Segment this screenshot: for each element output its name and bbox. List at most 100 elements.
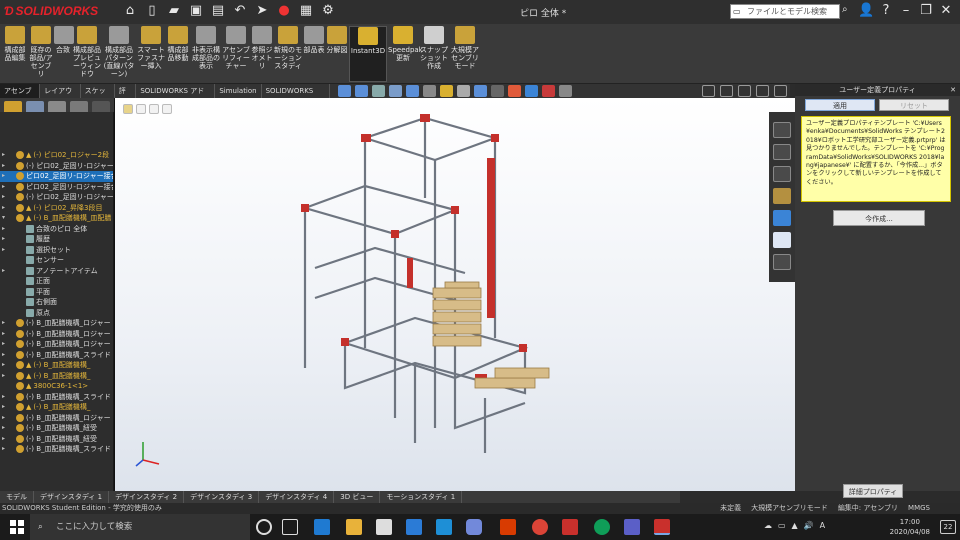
expand-arrow-icon[interactable]: ▸ <box>2 171 5 182</box>
expand-arrow-icon[interactable]: ▸ <box>2 360 5 371</box>
tree-item[interactable]: 原点 <box>0 308 113 319</box>
panel-close-icon[interactable]: ✕ <box>950 84 956 96</box>
status-units[interactable]: MMGS <box>908 503 930 514</box>
help-icon[interactable]: ? <box>878 3 894 19</box>
section-view-icon[interactable] <box>389 85 402 97</box>
ime-indicator[interactable]: A <box>820 521 831 530</box>
office-icon[interactable] <box>500 519 516 535</box>
forum-icon[interactable] <box>773 254 791 270</box>
file-explorer-icon[interactable] <box>773 166 791 182</box>
expand-arrow-icon[interactable]: ▸ <box>2 161 5 172</box>
clock[interactable]: 17:00 2020/04/08 <box>890 517 930 537</box>
restore-icon[interactable]: ❐ <box>918 3 934 19</box>
expand-arrow-icon[interactable]: ▸ <box>2 434 5 445</box>
rebuild-icon[interactable]: ▦ <box>298 3 314 19</box>
tree-item[interactable]: ▸ (-) ピロ02_足固リ-ロジャー接合 <box>0 161 113 172</box>
expand-arrow-icon[interactable]: ▸ <box>2 392 5 403</box>
expand-arrow-icon[interactable]: ▸ <box>2 192 5 203</box>
display-style-icon[interactable] <box>440 85 453 97</box>
realview-icon[interactable] <box>525 85 538 97</box>
ribbon-button-8[interactable]: アセンブリフィーチャー <box>222 26 250 82</box>
tree-item[interactable]: ▸ (-) B_皿配膳機構_ロジャー <box>0 318 113 329</box>
chrome-2-icon[interactable] <box>594 519 610 535</box>
search-icon[interactable]: ⌕ <box>842 4 856 19</box>
teams-icon[interactable] <box>624 519 640 535</box>
apply-scene-icon[interactable] <box>491 85 504 97</box>
expand-arrow-icon[interactable]: ▸ <box>2 413 5 424</box>
assembly-model[interactable] <box>115 98 795 491</box>
tree-item[interactable]: ▲ 3800C36-1<1> <box>0 381 113 392</box>
expand-arrow-icon[interactable]: ▸ <box>2 402 5 413</box>
expand-arrow-icon[interactable]: ▸ <box>2 245 5 256</box>
design-library-icon[interactable] <box>773 144 791 160</box>
tree-item[interactable]: センサー <box>0 255 113 266</box>
tree-item[interactable]: ▸ ▲ (-) ピロ02_昇降3段目 <box>0 203 113 214</box>
tab-2[interactable]: スケッチ <box>81 84 115 109</box>
file-explorer-taskbar-icon[interactable] <box>346 519 362 535</box>
previous-view-icon[interactable] <box>372 85 385 97</box>
expand-arrow-icon[interactable]: ▸ <box>2 150 5 161</box>
undo-icon[interactable]: ↶ <box>232 3 248 19</box>
appearances-icon[interactable] <box>773 210 791 226</box>
tab-0[interactable]: アセンブリ <box>0 84 41 109</box>
view-orientation-icon[interactable] <box>423 85 436 97</box>
tree-item[interactable]: ▸ アノテートアイテム <box>0 266 113 277</box>
tree-item[interactable]: ▸ (-) B_皿配膳機構_スライド <box>0 444 113 455</box>
ribbon-button-4[interactable]: 構成部品パターン(直線パターン) <box>102 26 136 82</box>
notification-icon[interactable]: 22 <box>940 520 956 534</box>
traffic-light-icon[interactable]: ● <box>276 3 292 19</box>
solidworks-resources-icon[interactable] <box>773 122 791 138</box>
zoom-to-fit-icon[interactable] <box>338 85 351 97</box>
tree-item[interactable]: 右側面 <box>0 297 113 308</box>
expand-arrow-icon[interactable]: ▸ <box>2 182 5 193</box>
new-file-icon[interactable]: ▯ <box>144 3 160 19</box>
apply-button[interactable]: 適用 <box>805 99 875 111</box>
restore-viewport-icon[interactable] <box>702 85 715 97</box>
tree-item[interactable]: ▸ (-) B_皿配膳機構_紐受 <box>0 434 113 445</box>
minimize-icon[interactable]: – <box>898 3 914 19</box>
expand-arrow-icon[interactable]: ▾ <box>2 213 5 224</box>
minimize-viewport-icon[interactable] <box>738 85 751 97</box>
gear-icon[interactable]: ⚙ <box>320 3 336 19</box>
expand-arrow-icon[interactable]: ▸ <box>2 444 5 455</box>
mail-icon[interactable] <box>406 519 422 535</box>
expand-arrow-icon[interactable]: ▸ <box>2 350 5 361</box>
taskbar-search-input[interactable]: ⌕ ここに入力して検索 <box>30 514 250 540</box>
edit-appearance-icon[interactable] <box>474 85 487 97</box>
tree-item[interactable]: ▸ (-) B_皿配膳機構_ロジャー <box>0 413 113 424</box>
tree-item[interactable]: ▸ ピロ02_足固リ-ロジャー接合 <box>0 182 113 193</box>
tree-item[interactable]: ▸ ▲ (-) B_皿配膳機構_ <box>0 402 113 413</box>
tree-item[interactable]: ▸ ▲ (-) B_皿配膳機構_ <box>0 360 113 371</box>
cortana-icon[interactable] <box>256 519 272 535</box>
ribbon-button-12[interactable]: 分解図 <box>326 26 348 82</box>
home-icon[interactable]: ⌂ <box>122 3 138 19</box>
close-icon[interactable]: ✕ <box>938 3 954 19</box>
custom-properties-icon[interactable] <box>773 232 791 248</box>
tree-item[interactable]: ▸ 履歴 <box>0 234 113 245</box>
details-button[interactable]: 詳細プロパティ <box>843 484 903 498</box>
tree-item[interactable]: ▸ (-) ピロ02_足固リ-ロジャー接合 <box>0 192 113 203</box>
expand-arrow-icon[interactable]: ▸ <box>2 234 5 245</box>
bottom-tab-4[interactable]: デザインスタディ 2 <box>109 491 185 503</box>
tree-item[interactable]: ▸ (-) B_皿配膳機構_スライド <box>0 392 113 403</box>
tab-1[interactable]: レイアウト <box>40 84 81 109</box>
view-palette-icon[interactable] <box>773 188 791 204</box>
vscode-icon[interactable] <box>436 519 452 535</box>
bottom-tab-3[interactable]: デザインスタディ 1 <box>34 491 110 503</box>
bottom-tab-7[interactable]: 3D ビュー <box>334 491 381 503</box>
ribbon-button-15[interactable]: スナップショット作成 <box>419 26 449 82</box>
ribbon-button-9[interactable]: 参照ジオメトリ <box>251 26 273 82</box>
solidworks-logo[interactable]: Ɗ SOLIDWORKS <box>4 4 98 18</box>
solidworks-taskbar-icon[interactable] <box>562 519 578 535</box>
bottom-tab-8[interactable]: モーションスタディ 1 <box>380 491 463 503</box>
ribbon-button-1[interactable]: 既存の部品/アセンブリ <box>29 26 53 82</box>
open-folder-icon[interactable]: ▰ <box>166 3 182 19</box>
store-icon[interactable] <box>376 519 392 535</box>
ribbon-button-7[interactable]: 非表示構成部品の表示 <box>191 26 221 82</box>
bottom-tab-5[interactable]: デザインスタディ 3 <box>184 491 260 503</box>
print-icon[interactable]: ▤ <box>210 3 226 19</box>
hide-show-icon[interactable] <box>457 85 470 97</box>
expand-arrow-icon[interactable]: ▸ <box>2 266 5 277</box>
ribbon-button-11[interactable]: 部品表 <box>303 26 325 82</box>
save-icon[interactable]: ▣ <box>188 3 204 19</box>
